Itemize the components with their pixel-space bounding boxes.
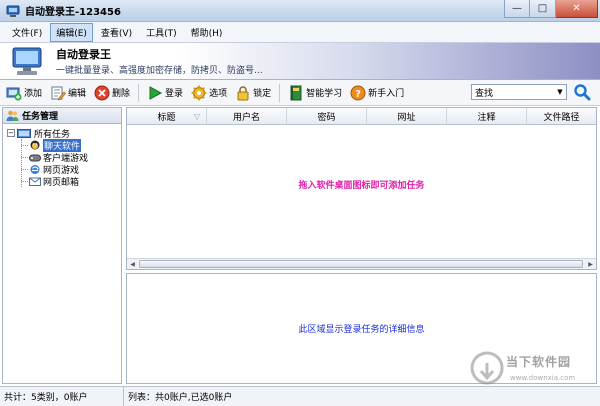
gear-icon [191,85,207,100]
task-panel-header: 任务管理 [3,108,121,124]
login-button[interactable]: 登录 [147,85,183,101]
beginner-guide-button[interactable]: ? 新手入门 [350,85,404,101]
options-label: 选项 [209,89,228,99]
smart-learn-label: 智能学习 [306,89,343,99]
banner-title: 自动登录王 [56,48,111,61]
edit-icon [51,86,66,100]
lock-button[interactable]: 锁定 [235,85,271,101]
banner-subtitle: 一键批量登录、高强度加密存储，防拷贝、防盗号... [56,66,263,76]
column-header-file-path[interactable]: 文件路径 [527,108,596,124]
add-button[interactable]: 添加 [6,85,42,101]
edit-label: 编辑 [68,89,87,99]
help-icon: ? [350,85,366,100]
close-icon: ✕ [572,3,581,14]
play-icon [149,85,163,100]
minimize-icon: — [512,3,522,14]
status-bar: 共计：5类别，0账户 列表：共0账户,已选0账户 [0,386,600,406]
app-icon [6,5,20,17]
task-panel-title: 任务管理 [22,112,59,122]
smart-learn-button[interactable]: 智能学习 [288,85,342,101]
column-header-note[interactable]: 注释 [447,108,527,124]
tree-node-all-tasks[interactable]: − 所有任务 [3,127,121,140]
table-header: 标题 ▽ 用户名 密码 网址 注释 文件路径 [127,108,596,125]
maximize-icon: □ [537,3,548,14]
tree-node-chat-software[interactable]: 聊天软件 [3,138,121,152]
menu-tools[interactable]: 工具(T) [140,23,183,42]
search-input-value: 查找 [475,88,494,99]
tree-node-client-games[interactable]: 客户端游戏 [3,151,121,164]
title-bar[interactable]: 自动登录王-123456 — □ ✕ [0,0,600,22]
menu-file[interactable]: 文件(F) [6,23,48,42]
chat-icon [30,140,40,149]
watermark-text: 当下软件园 [506,355,572,369]
users-icon [6,110,19,121]
detail-hint: 此区域显示登录任务的详细信息 [298,325,425,335]
minimize-button[interactable]: — [504,0,530,18]
collapse-toggle-icon[interactable]: − [7,129,15,137]
watermark-logo-icon [470,351,504,385]
toolbar-separator [279,83,281,102]
gamepad-icon [29,154,41,161]
book-icon [290,85,302,100]
window-title: 自动登录王-123456 [25,7,121,18]
login-label: 登录 [165,89,184,99]
ie-icon [30,164,40,174]
maximize-button[interactable]: □ [530,0,556,18]
sort-icon: ▽ [193,111,200,121]
options-button[interactable]: 选项 [191,85,227,101]
column-header-password[interactable]: 密码 [287,108,367,124]
menu-help[interactable]: 帮助(H) [185,23,229,42]
column-header-title[interactable]: 标题 ▽ [127,108,207,124]
column-header-username[interactable]: 用户名 [207,108,287,124]
chevron-down-icon[interactable]: ▼ [554,85,566,99]
watermark: 当下软件园 www.downxia.com [468,349,593,391]
status-list-info: 列表：共0账户,已选0账户 [128,393,233,403]
menu-view[interactable]: 查看(V) [95,23,138,42]
scrollbar-thumb[interactable] [139,260,583,268]
lock-icon [237,85,249,100]
close-button[interactable]: ✕ [556,0,598,18]
tree-node-label: 网页邮箱 [43,177,80,188]
horizontal-scrollbar[interactable]: ◀ ▶ [127,258,596,269]
tree-node-web-games[interactable]: 网页游戏 [3,163,121,176]
edit-button[interactable]: 编辑 [50,85,86,101]
add-label: 添加 [24,89,43,99]
menu-bar: 文件(F) 编辑(E) 查看(V) 工具(T) 帮助(H) [0,22,600,42]
watermark-url: www.downxia.com [510,374,576,382]
task-list-table: 标题 ▽ 用户名 密码 网址 注释 文件路径 拖入软件桌面图标即可添加任务 ◀ … [126,107,597,270]
tree-node-web-mail[interactable]: 网页邮箱 [3,175,121,188]
status-summary: 共计：5类别，0账户 [0,387,124,406]
delete-button[interactable]: 删除 [94,85,130,101]
menu-edit[interactable]: 编辑(E) [50,22,93,42]
search-icon[interactable] [573,83,591,101]
column-header-url[interactable]: 网址 [367,108,447,124]
delete-icon [94,85,110,100]
task-tree-panel: 任务管理 − 所有任务 聊天软件 客户端游戏 网页游戏 网页邮箱 [2,107,122,384]
mail-icon [29,177,41,186]
delete-label: 删除 [112,89,131,99]
folder-icon [17,129,31,138]
toolbar: 添加 编辑 删除 登录 选项 锁定 智能学习 ? 新手入门 查找 ▼ [0,80,600,106]
add-icon [6,87,22,100]
scroll-left-icon[interactable]: ◀ [127,259,138,269]
computer-icon [12,47,42,75]
beginner-guide-label: 新手入门 [368,89,405,99]
svg-text:?: ? [355,89,361,100]
lock-label: 锁定 [253,89,272,99]
search-combobox[interactable]: 查找 ▼ [471,84,567,100]
banner: 自动登录王 一键批量登录、高强度加密存储，防拷贝、防盗号... [0,42,600,80]
table-empty-hint: 拖入软件桌面图标即可添加任务 [298,181,425,191]
task-tree: − 所有任务 聊天软件 客户端游戏 网页游戏 网页邮箱 [3,124,121,188]
toolbar-separator [138,83,140,102]
scroll-right-icon[interactable]: ▶ [585,259,596,269]
